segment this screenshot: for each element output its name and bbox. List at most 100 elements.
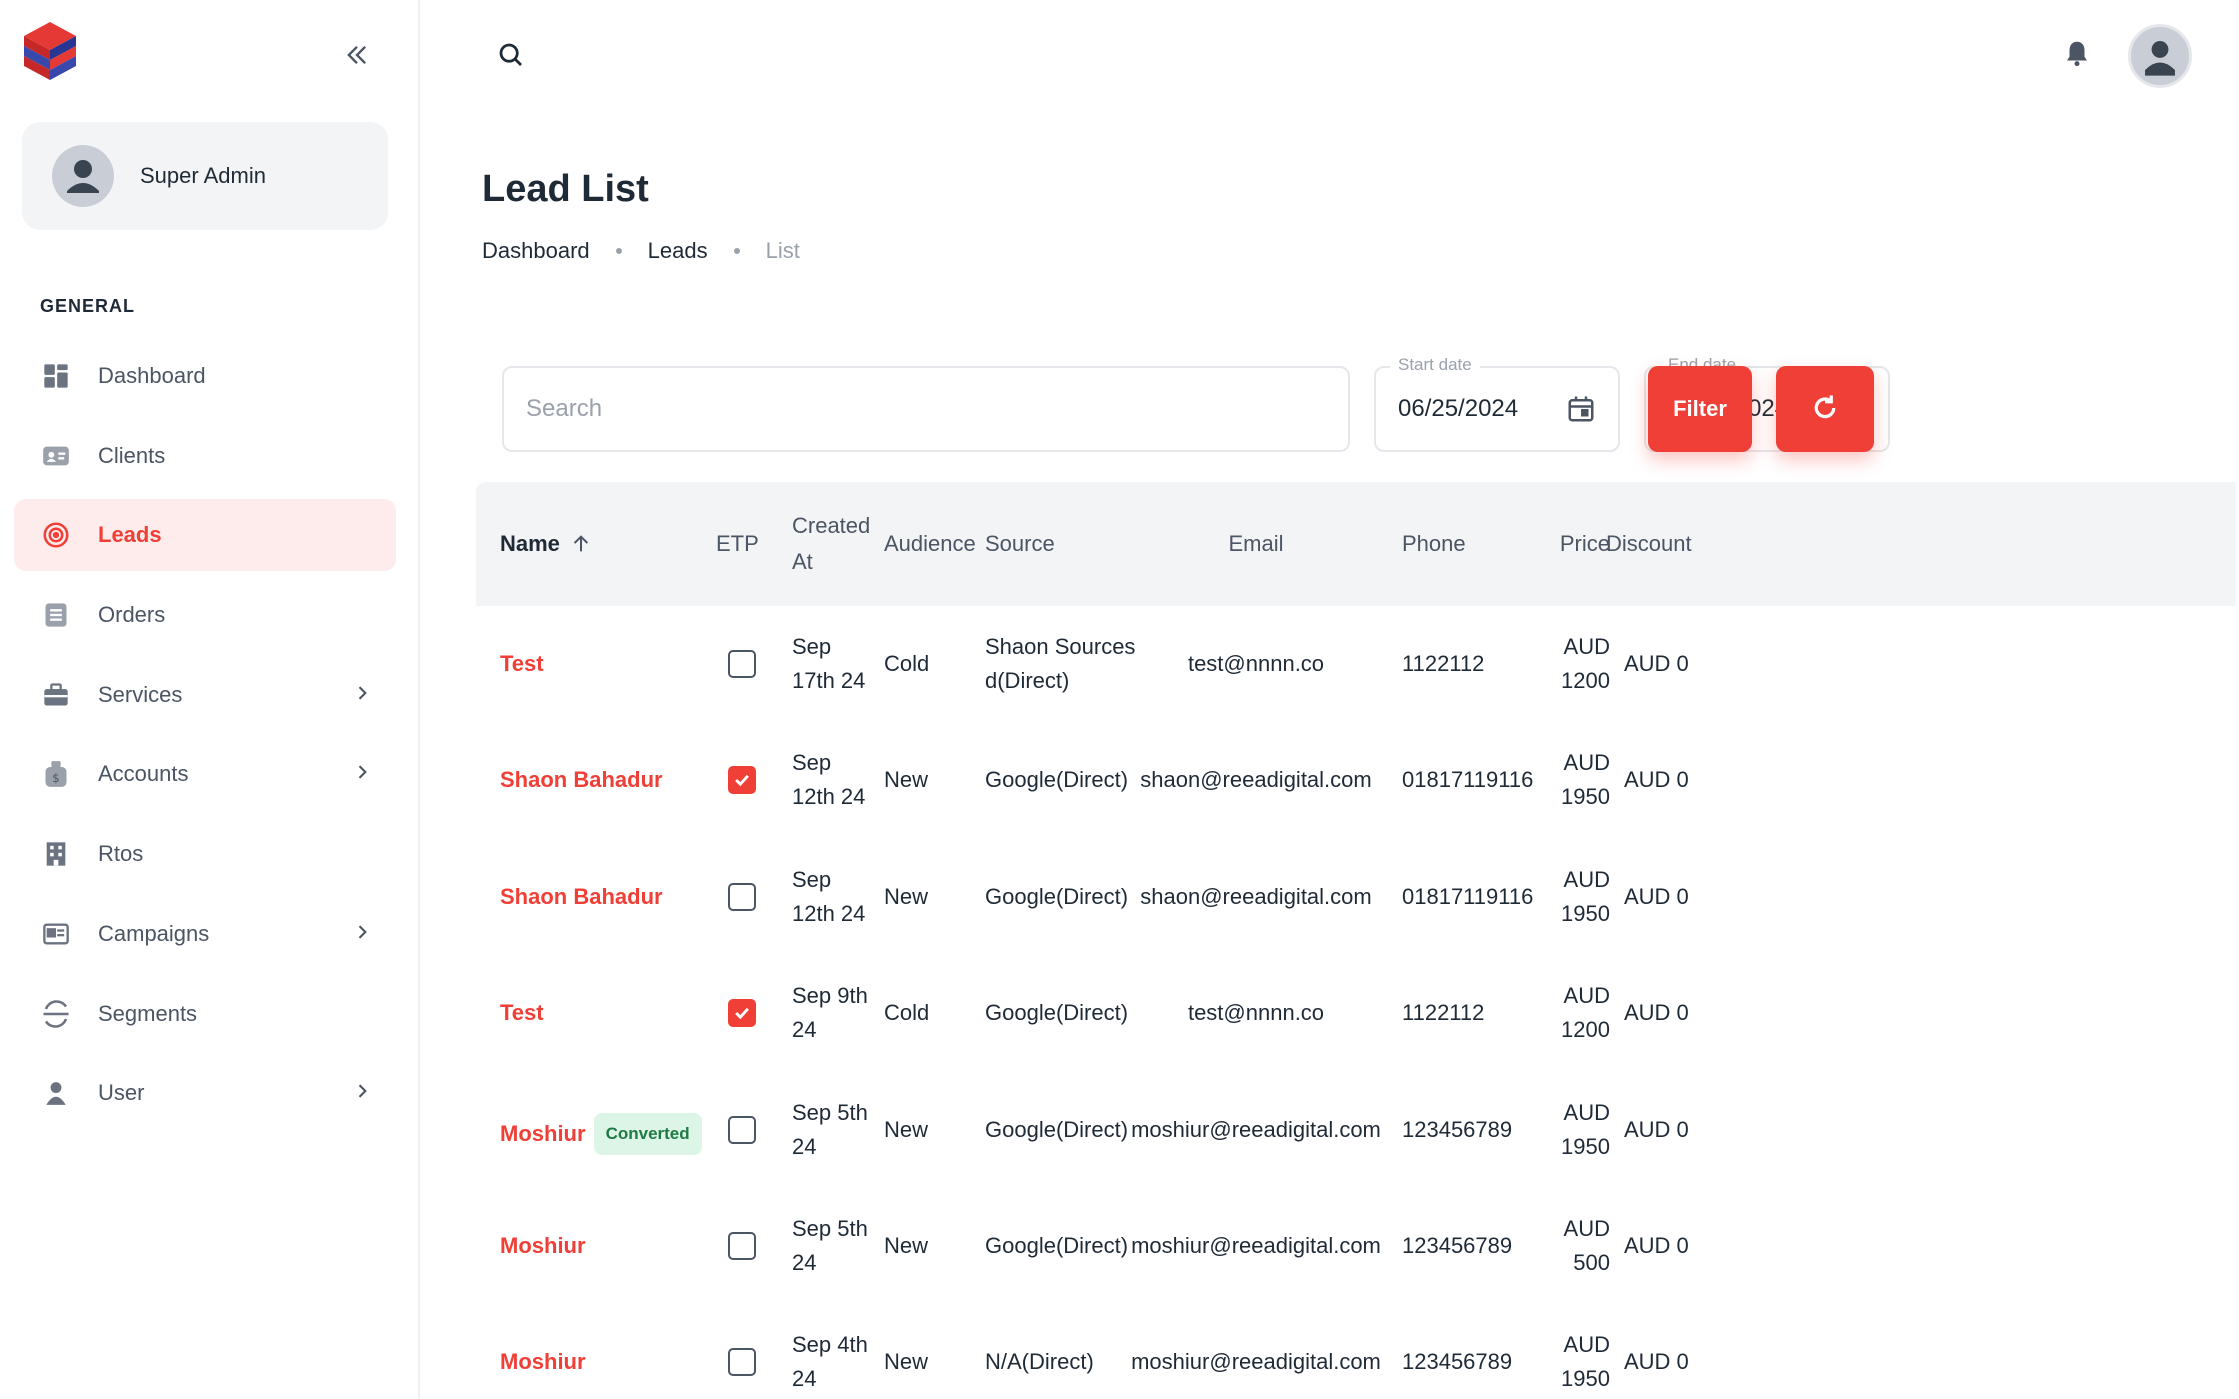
sidebar-item-accounts[interactable]: $ Accounts — [14, 738, 396, 810]
price-cell: AUD 1200 — [1510, 979, 1610, 1047]
sidebar-item-services[interactable]: Services — [14, 659, 396, 731]
etp-checkbox[interactable] — [728, 1115, 756, 1144]
avatar[interactable] — [2128, 24, 2192, 88]
sidebar-item-label: Clients — [98, 442, 166, 468]
column-header-email[interactable]: Email — [1136, 526, 1376, 562]
audience-cell: Cold — [884, 651, 930, 676]
header-label: Created — [792, 513, 871, 538]
chevron-right-icon — [352, 922, 372, 942]
breadcrumb-leads[interactable]: Leads — [648, 238, 708, 264]
column-header-created-at[interactable]: Created At — [792, 508, 870, 580]
column-header-phone[interactable]: Phone — [1402, 526, 1466, 562]
cell-line: 1950 — [1561, 1133, 1610, 1159]
user-card[interactable]: Super Admin — [22, 122, 388, 230]
lead-name-link[interactable]: Moshiur — [500, 1229, 586, 1263]
cell-line: AUD — [1563, 1099, 1610, 1125]
sidebar-item-label: Campaigns — [98, 920, 210, 946]
breadcrumb-dashboard[interactable]: Dashboard — [482, 238, 590, 264]
sidebar-item-campaigns[interactable]: Campaigns — [14, 898, 396, 970]
sidebar-item-user[interactable]: User — [14, 1057, 396, 1129]
lead-name-link[interactable]: Shaon Bahadur — [500, 763, 663, 797]
table-row[interactable]: Test Sep 17th 24 Cold Shaon Sources d(Direct)… — [476, 606, 2236, 722]
sidebar-item-rtos[interactable]: Rtos — [14, 818, 396, 890]
cell-line: 24 — [792, 1366, 817, 1392]
calendar-icon[interactable] — [1566, 394, 1598, 426]
main-content: Lead List Dashboard Leads List Start dat… — [420, 0, 2239, 1399]
email-cell: shaon@reeadigital.com — [1140, 767, 1372, 793]
cell-line: AUD — [1563, 634, 1610, 659]
created-at-cell: Sep 4th 24 — [792, 1328, 868, 1396]
briefcase-icon — [40, 679, 72, 711]
source-cell: N/A(Direct) — [985, 1349, 1094, 1375]
cell-line: 1200 — [1561, 1017, 1610, 1043]
source-cell: Google(Direct) — [985, 883, 1129, 909]
lead-name-link[interactable]: Test — [500, 996, 544, 1030]
etp-checkbox[interactable] — [728, 1348, 756, 1377]
sidebar-item-label: Accounts — [98, 761, 189, 787]
lead-name-link[interactable]: Moshiur Converted — [500, 1112, 702, 1155]
email-cell: moshiur@reeadigital.com — [1131, 1116, 1381, 1142]
sidebar-item-dashboard[interactable]: Dashboard — [14, 340, 396, 412]
logo-icon[interactable] — [22, 20, 78, 84]
table-row[interactable]: Shaon Bahadur Sep 12th 24 New Google(Direct)… — [476, 839, 2236, 955]
lead-name-link[interactable]: Test — [500, 647, 544, 681]
audience-cell: New — [884, 767, 929, 793]
filter-button[interactable]: Filter — [1648, 366, 1752, 452]
lead-name: Test — [500, 1000, 544, 1026]
table-row[interactable]: Moshiur Sep 4th 24 New N/A(Direct) moshiur@re… — [476, 1304, 2236, 1399]
breadcrumb-list: List — [765, 238, 800, 263]
reset-button[interactable] — [1776, 366, 1874, 452]
cell-line: AUD — [1563, 866, 1610, 892]
price-cell: AUD 1200 — [1510, 630, 1610, 698]
sidebar-item-leads[interactable]: Leads — [14, 499, 396, 572]
cell-line: 1200 — [1561, 668, 1610, 693]
lead-name-link[interactable]: Moshiur — [500, 1345, 586, 1379]
etp-checkbox[interactable] — [728, 882, 756, 911]
chevron-right-icon — [352, 683, 372, 703]
email-cell: test@nnnn.co — [1187, 651, 1325, 676]
price-cell: AUD 1950 — [1510, 1328, 1610, 1396]
sidebar-item-label: Orders — [98, 602, 166, 628]
table-row[interactable]: Moshiur Converted Sep 5th 24 New Google(Direc… — [476, 1072, 2236, 1188]
column-header-price[interactable]: Price — [1510, 526, 1610, 562]
cell-line: Shaon Sources — [985, 634, 1136, 659]
etp-checkbox[interactable] — [728, 650, 756, 678]
campaign-icon — [40, 918, 72, 950]
sidebar-item-label: Segments — [98, 1000, 198, 1026]
start-date-field[interactable]: Start date 06/25/2024 — [1374, 355, 1620, 452]
search-icon[interactable] — [496, 40, 530, 74]
etp-checkbox[interactable] — [728, 1232, 756, 1260]
lead-name: Moshiur — [500, 1120, 586, 1146]
collapse-sidebar-icon[interactable] — [340, 38, 374, 72]
column-header-etp[interactable]: ETP — [716, 526, 759, 562]
bell-icon[interactable] — [2062, 38, 2096, 72]
sidebar-item-clients[interactable]: Clients — [14, 420, 396, 492]
search-input[interactable] — [502, 366, 1350, 452]
source-cell: Google(Direct) — [985, 1000, 1129, 1026]
etp-checkbox[interactable] — [728, 999, 756, 1028]
column-header-audience[interactable]: Audience — [884, 526, 976, 562]
cell-line: Sep 5th — [792, 1099, 868, 1125]
source-cell: Google(Direct) — [985, 1116, 1129, 1142]
discount-cell: AUD 0 — [1624, 883, 1689, 909]
sidebar-item-orders[interactable]: Orders — [14, 579, 396, 651]
cell-line: AUD — [1563, 1216, 1610, 1241]
column-header-discount[interactable]: Discount — [1606, 526, 1692, 562]
cell-line: 24 — [792, 1017, 817, 1043]
created-at-cell: Sep 5th 24 — [792, 1212, 868, 1280]
table-row[interactable]: Moshiur Sep 5th 24 New Google(Direct) moshiur… — [476, 1188, 2236, 1304]
discount-cell: AUD 0 — [1624, 651, 1689, 676]
sidebar-item-segments[interactable]: Segments — [14, 978, 396, 1050]
table-row[interactable]: Shaon Bahadur Sep 12th 24 New Google(Direct)… — [476, 722, 2236, 838]
table-row[interactable]: Test Sep 9th 24 Cold Google(Direct) test@nnnn… — [476, 955, 2236, 1071]
column-header-name[interactable]: Name — [500, 526, 592, 562]
table-header: Name ETP Created At Audience Source Email… — [476, 482, 2236, 606]
etp-checkbox[interactable] — [728, 766, 756, 795]
id-card-icon — [40, 440, 72, 472]
cell-line: AUD — [1563, 983, 1610, 1009]
dashboard-icon — [40, 360, 72, 392]
column-header-source[interactable]: Source — [985, 526, 1055, 562]
cell-line: 17th 24 — [792, 668, 866, 693]
lead-name-link[interactable]: Shaon Bahadur — [500, 880, 663, 914]
segments-icon — [40, 998, 72, 1030]
